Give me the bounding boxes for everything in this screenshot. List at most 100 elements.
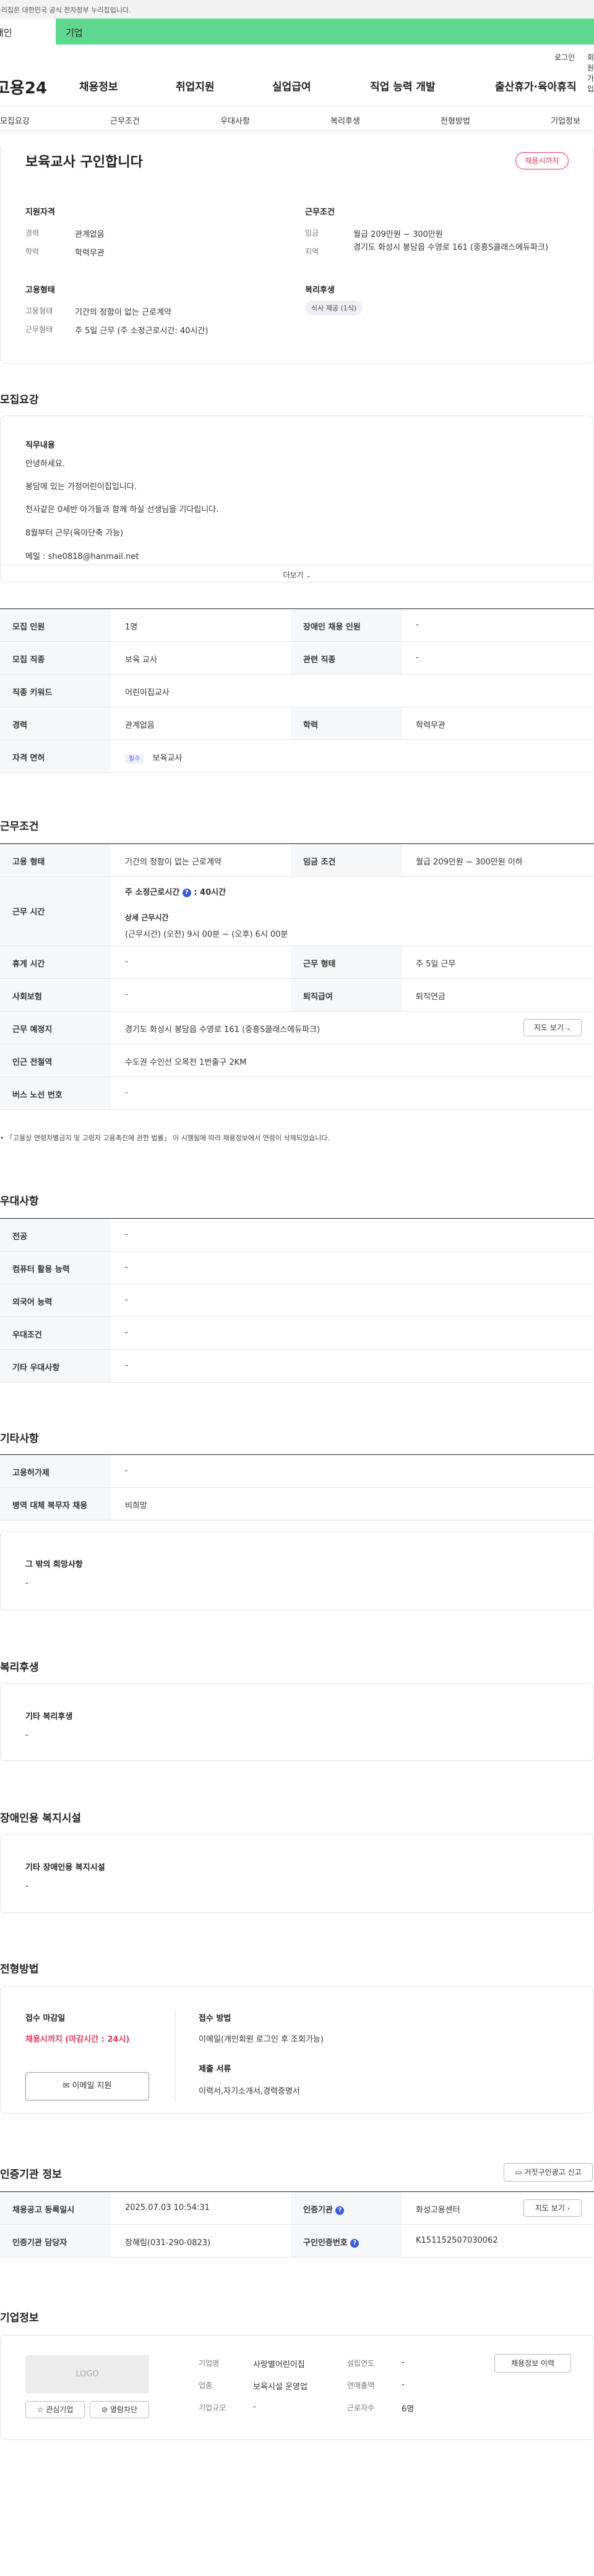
- duty-line: 안녕하세요.: [25, 459, 65, 469]
- table-row: 근무 예정지 경기도 화성시 봉담읍 수영로 161 (중흥S클래스에듀파크) …: [0, 1012, 594, 1044]
- cert-map-button[interactable]: 지도 보기 ›: [523, 2199, 582, 2217]
- row-value: -: [125, 1088, 128, 1098]
- deadline-heading: 접수 마감일: [25, 2014, 66, 2023]
- row-label: 근무 예정지: [0, 1012, 111, 1044]
- star-icon: ☆: [37, 2405, 44, 2414]
- favorite-company-button[interactable]: ☆ 관심기업: [25, 2401, 85, 2418]
- block-view-label: 열람차단: [110, 2405, 138, 2414]
- tab-preferences[interactable]: 우대사항: [220, 114, 250, 126]
- company-field-value: 6명: [402, 2405, 415, 2414]
- login-link[interactable]: 로그인: [554, 52, 575, 62]
- row-label: 근무 형태: [291, 946, 402, 978]
- tab-selection[interactable]: 전형방법: [441, 114, 470, 126]
- prefer-section-title: 우대사항: [0, 1195, 39, 1208]
- company-field-label: 연매출액: [347, 2381, 375, 2390]
- tab-welfare[interactable]: 복리후생: [330, 114, 360, 126]
- info-icon[interactable]: ?: [335, 2206, 345, 2215]
- chevron-down-icon: ⌄: [566, 1025, 572, 1032]
- map-button[interactable]: 지도 보기 ⌄: [523, 1019, 582, 1036]
- nav-employment-support[interactable]: 취업지원: [176, 78, 215, 93]
- row-value: 어린이집교사: [125, 688, 170, 697]
- work-type-label: 근무형태: [25, 325, 53, 334]
- row-label: 휴게 시간: [0, 946, 111, 978]
- row-label: 버스 노선 번호: [0, 1077, 111, 1109]
- row-value: 학력무관: [416, 721, 446, 730]
- info-icon[interactable]: ?: [182, 888, 191, 897]
- tab-recruit[interactable]: 모집요강: [0, 114, 30, 126]
- job-history-button[interactable]: 채용정보 이력: [494, 2354, 571, 2373]
- table-row: 고용허가제 -: [0, 1455, 594, 1488]
- org-tabs: 개인 기업: [0, 19, 594, 45]
- nav-unemployment[interactable]: 실업급여: [272, 78, 311, 93]
- disability-value: -: [25, 1882, 28, 1891]
- other-wishes-heading: 그 밖의 희망사항: [25, 1560, 83, 1569]
- row-label: 직종 키워드: [0, 675, 111, 707]
- table-row: 근무 시간 주 소정근로시간 ? : 40시간 상세 근무시간 (근무시간) (…: [0, 877, 594, 946]
- region-label: 지역: [305, 247, 319, 256]
- cert-number-label: 구인인증번호: [303, 2238, 348, 2248]
- welfare-card: 기타 복리후생 -: [0, 1683, 594, 1761]
- utility-links: 로그인 회원가입: [0, 45, 594, 93]
- work-type-value: 주 5일 근무 (주 소정근로시간: 40시간): [75, 326, 209, 336]
- row-label: 병역 대체 복무자 채용: [0, 1488, 111, 1520]
- duty-heading: 직무내용: [25, 441, 55, 450]
- more-label: 더보기: [283, 571, 304, 579]
- company-section-title: 기업정보: [0, 2312, 39, 2324]
- row-label: 장애인 채용 인원: [291, 609, 402, 641]
- row-value: -: [125, 957, 128, 966]
- welfare-other-heading: 기타 복리후생: [25, 1712, 73, 1721]
- career-label: 경력: [25, 229, 40, 237]
- row-value: -: [125, 990, 128, 999]
- company-field-label: 근로자수: [347, 2403, 375, 2412]
- site-logo[interactable]: 고용24: [0, 75, 47, 98]
- duty-line: 천사같은 0세반 아가들과 함께 하실 선생님을 기다립니다.: [25, 505, 219, 514]
- tab-company[interactable]: 기업: [56, 19, 594, 45]
- recruit-table: 모집 인원 1명 장애인 채용 인원 - 모집 직종 보육 교사 관련 직종 -…: [0, 608, 594, 773]
- welfare-heading: 복리후생: [305, 286, 335, 295]
- disability-heading: 기타 장애인용 복지시설: [25, 1863, 105, 1872]
- selection-section-title: 전형방법: [0, 1963, 39, 1976]
- logo-placeholder-text: LOGO: [75, 2369, 99, 2379]
- row-value: -: [125, 1263, 128, 1272]
- table-row: 컴퓨터 활용 능력 -: [0, 1252, 594, 1284]
- nav-jobs[interactable]: 채용정보: [79, 78, 118, 93]
- etc-table: 고용허가제 - 병역 대체 복무자 채용 비희망: [0, 1454, 594, 1520]
- row-value: 경기도 화성시 봉담읍 수영로 161 (중흥S클래스에듀파크): [125, 1025, 321, 1034]
- career-value: 관계없음: [75, 230, 105, 239]
- row-label: 인근 전철역: [0, 1044, 111, 1077]
- table-row: 버스 노선 번호 -: [0, 1077, 594, 1110]
- detail-hours-value: (근무시간) (오전) 9시 00분 ~ (오후) 6시 00분: [125, 930, 288, 939]
- cert-map-label: 지도 보기: [535, 2204, 565, 2212]
- row-value: 관계없음: [125, 721, 155, 730]
- disability-section-title: 장애인용 복지시설: [0, 1812, 82, 1825]
- row-label: 사회보험: [0, 979, 111, 1011]
- tab-conditions[interactable]: 근무조건: [110, 114, 140, 126]
- table-row: 경력 관계없음 학력 학력무관: [0, 707, 594, 740]
- etc-section-title: 기타사항: [0, 1433, 39, 1445]
- work-table: 고용 형태 기간의 정함이 없는 근로계약 임금 조건 월급 209만원 ~ 3…: [0, 843, 594, 1110]
- company-field-value: 사랑별어린이집: [253, 2360, 305, 2369]
- table-row: 병역 대체 복무자 채용 비희망: [0, 1488, 594, 1520]
- tab-personal[interactable]: 개인: [0, 19, 56, 45]
- education-label: 학력: [25, 247, 40, 256]
- report-fake-ad-button[interactable]: ▭ 거짓구인광고 신고: [504, 2163, 593, 2181]
- row-value: -: [125, 1361, 128, 1370]
- row-value: 수도권 수인선 오목천 1번출구 2KM: [125, 1058, 247, 1067]
- cert-org-label: 인증기관: [303, 2206, 333, 2215]
- cert-table: 채용공고 등록일시 2025.07.03 10:54:31 인증기관 ? 화성고…: [0, 2191, 594, 2258]
- tab-company-info[interactable]: 기업정보: [551, 114, 580, 126]
- qualification-heading: 지원자격: [25, 208, 55, 217]
- nav-training[interactable]: 직업 능력 개발: [370, 78, 436, 93]
- row-label: 고용허가제: [0, 1455, 111, 1487]
- nav-parental-leave[interactable]: 출산휴가·육아휴직: [495, 78, 577, 93]
- company-field-label: 업종: [199, 2381, 213, 2390]
- email-apply-label: 이메일 지원: [72, 2081, 112, 2091]
- company-card: LOGO ☆ 관심기업 ⊘ 열람차단 기업명 사랑별어린이집 업종 보육시설 운…: [0, 2335, 594, 2440]
- more-button[interactable]: 더보기 ⌄: [1, 565, 593, 582]
- row-value: 기간의 정함이 없는 근로계약: [125, 858, 222, 867]
- email-apply-button[interactable]: ✉ 이메일 지원: [25, 2072, 149, 2100]
- row-value: -: [125, 1466, 128, 1475]
- block-view-button[interactable]: ⊘ 열람차단: [90, 2401, 149, 2418]
- gov-notice-text: 이 누리집은 대한민국 공식 전자정부 누리집입니다.: [0, 6, 131, 14]
- info-icon[interactable]: ?: [350, 2238, 359, 2248]
